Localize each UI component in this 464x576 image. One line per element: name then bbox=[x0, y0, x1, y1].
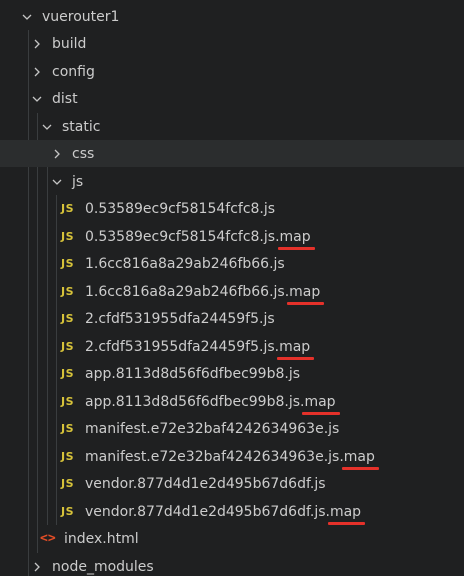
file-item[interactable]: JS vendor.877d4d1e2d495b67d6df.js bbox=[0, 470, 464, 497]
chevron-right-icon bbox=[30, 37, 44, 51]
tree-item-label: js bbox=[72, 173, 84, 190]
tree-item-build[interactable]: build bbox=[0, 30, 464, 57]
js-file-icon: JS bbox=[61, 422, 75, 435]
file-name: 1.6cc816a8a29ab246fb66.js. bbox=[85, 283, 290, 300]
chevron-down-icon bbox=[20, 10, 34, 24]
file-name: vendor.877d4d1e2d495b67d6df.js. bbox=[85, 503, 330, 520]
file-name: 0.53589ec9cf58154fcfc8.js. bbox=[85, 228, 280, 245]
js-file-icon: JS bbox=[61, 505, 75, 518]
html-file-icon: <> bbox=[40, 531, 56, 546]
js-file-icon: JS bbox=[61, 230, 75, 243]
js-file-icon: JS bbox=[61, 312, 75, 325]
file-name: 2.cfdf531955dfa24459f5.js bbox=[85, 310, 275, 327]
file-extension-map: map bbox=[277, 338, 315, 360]
tree-item-label: dist bbox=[52, 90, 78, 107]
file-name: app.8113d8d56f6dfbec99b8.js bbox=[85, 365, 301, 382]
tree-item-label: vuerouter1 bbox=[42, 8, 120, 25]
js-file-icon: JS bbox=[61, 477, 75, 490]
tree-item-static[interactable]: static bbox=[0, 113, 464, 140]
chevron-down-icon bbox=[50, 175, 64, 189]
file-extension-map: map bbox=[327, 503, 366, 525]
file-item-index-html[interactable]: <> index.html bbox=[0, 525, 464, 552]
file-item[interactable]: JS 1.6cc816a8a29ab246fb66.js. map bbox=[0, 278, 464, 305]
file-extension-map: map bbox=[302, 393, 340, 415]
file-item[interactable]: JS app.8113d8d56f6dfbec99b8.js bbox=[0, 360, 464, 387]
file-explorer: vuerouter1 build config dist static css bbox=[0, 0, 464, 576]
file-extension-map: map bbox=[341, 448, 380, 470]
tree-item-css[interactable]: css bbox=[0, 140, 464, 167]
file-name: manifest.e72e32baf4242634963e.js. bbox=[85, 448, 344, 465]
file-item[interactable]: JS vendor.877d4d1e2d495b67d6df.js. map bbox=[0, 498, 464, 525]
chevron-right-icon bbox=[30, 65, 44, 79]
file-item[interactable]: JS 0.53589ec9cf58154fcfc8.js. map bbox=[0, 223, 464, 250]
file-item[interactable]: JS app.8113d8d56f6dfbec99b8.js. map bbox=[0, 388, 464, 415]
tree-item-vuerouter1[interactable]: vuerouter1 bbox=[0, 3, 464, 30]
js-file-icon: JS bbox=[61, 340, 75, 353]
file-item[interactable]: JS manifest.e72e32baf4242634963e.js bbox=[0, 415, 464, 442]
file-item[interactable]: JS 2.cfdf531955dfa24459f5.js. map bbox=[0, 333, 464, 360]
js-file-icon: JS bbox=[61, 285, 75, 298]
file-name: app.8113d8d56f6dfbec99b8.js. bbox=[85, 393, 305, 410]
tree-item-js[interactable]: js bbox=[0, 168, 464, 195]
file-name: 2.cfdf531955dfa24459f5.js. bbox=[85, 338, 280, 355]
tree-item-config[interactable]: config bbox=[0, 58, 464, 85]
file-item[interactable]: JS manifest.e72e32baf4242634963e.js. map bbox=[0, 443, 464, 470]
chevron-right-icon bbox=[30, 560, 44, 574]
chevron-down-icon bbox=[40, 120, 54, 134]
chevron-right-icon bbox=[50, 147, 64, 161]
file-name: manifest.e72e32baf4242634963e.js bbox=[85, 420, 340, 437]
file-extension-map: map bbox=[277, 228, 315, 250]
file-item[interactable]: JS 2.cfdf531955dfa24459f5.js bbox=[0, 305, 464, 332]
file-item[interactable]: JS 1.6cc816a8a29ab246fb66.js bbox=[0, 250, 464, 277]
js-file-icon: JS bbox=[61, 202, 75, 215]
js-file-icon: JS bbox=[61, 395, 75, 408]
file-name: vendor.877d4d1e2d495b67d6df.js bbox=[85, 475, 326, 492]
tree-item-node-modules[interactable]: node_modules bbox=[0, 553, 464, 576]
js-file-icon: JS bbox=[61, 450, 75, 463]
js-file-icon: JS bbox=[61, 257, 75, 270]
tree-item-label: static bbox=[62, 118, 101, 135]
tree-item-label: css bbox=[72, 145, 95, 162]
tree-item-label: config bbox=[52, 63, 95, 80]
file-name: 0.53589ec9cf58154fcfc8.js bbox=[85, 200, 276, 217]
file-extension-map: map bbox=[287, 283, 325, 305]
file-name: 1.6cc816a8a29ab246fb66.js bbox=[85, 255, 285, 272]
js-file-icon: JS bbox=[61, 367, 75, 380]
tree-item-label: build bbox=[52, 35, 87, 52]
chevron-down-icon bbox=[30, 92, 44, 106]
file-name: index.html bbox=[64, 530, 139, 547]
tree-item-dist[interactable]: dist bbox=[0, 85, 464, 112]
file-item[interactable]: JS 0.53589ec9cf58154fcfc8.js bbox=[0, 195, 464, 222]
tree-item-label: node_modules bbox=[52, 558, 154, 575]
